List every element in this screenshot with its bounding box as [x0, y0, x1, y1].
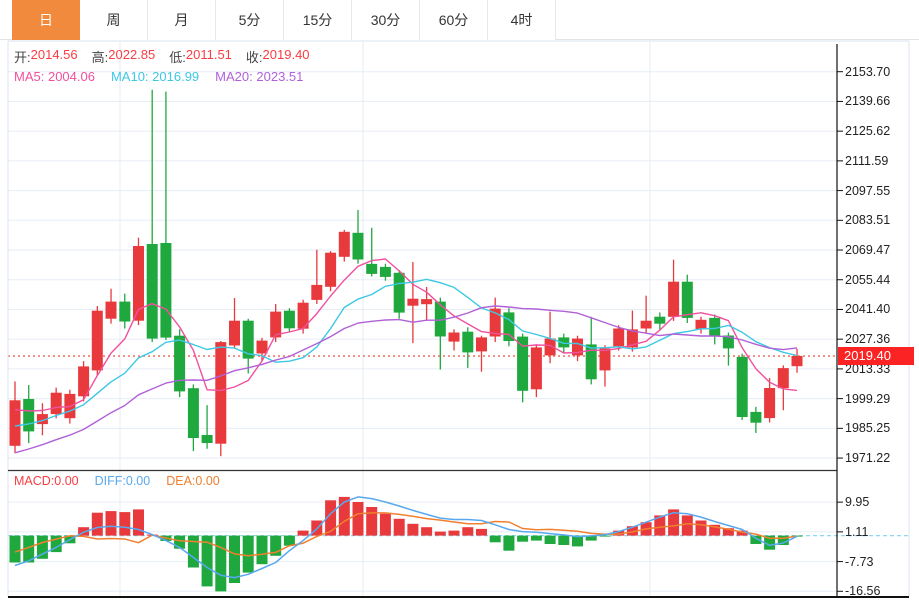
open-label: 开: — [14, 50, 31, 65]
ma5-value: MA5: 2004.06 — [14, 69, 95, 84]
tab-15min[interactable]: 15分 — [284, 0, 352, 40]
tab-5min[interactable]: 5分 — [216, 0, 284, 40]
diff-value: DIFF:0.00 — [94, 474, 151, 488]
macd-axis-label: 9.95 — [845, 495, 870, 510]
period-tabbar: 日周月 5分 15分 30分 60分 4时 — [0, 0, 919, 40]
price-axis-label: 1971.22 — [845, 451, 891, 466]
ma20-value: MA20: 2023.51 — [215, 69, 304, 84]
chart-canvas[interactable] — [0, 0, 919, 604]
macd-axis-label: 1.11 — [845, 524, 869, 539]
tab-week[interactable]: 周 — [80, 0, 148, 40]
last-price-tag: 2019.40 — [838, 347, 914, 366]
dea-value: DEA:0.00 — [166, 474, 220, 488]
low-value: 2011.51 — [185, 47, 232, 62]
high-label: 高: — [91, 50, 109, 65]
macd-axis-label: -7.73 — [845, 554, 874, 569]
tab-30min[interactable]: 30分 — [352, 0, 420, 40]
tab-60min[interactable]: 60分 — [420, 0, 488, 40]
low-label: 低: — [169, 50, 186, 65]
price-axis-label: 2083.51 — [845, 213, 891, 228]
price-axis-label: 2097.55 — [845, 183, 891, 198]
close-value: 2019.40 — [262, 47, 310, 62]
macd-axis-label: -16.56 — [845, 584, 881, 599]
price-axis-label: 2111.59 — [845, 153, 889, 168]
price-axis-label: 2153.70 — [845, 64, 891, 79]
price-axis-label: 2069.47 — [845, 243, 891, 258]
price-axis-label: 2125.62 — [845, 124, 891, 139]
ohlc-info-row: 开: 2014.56 高: 2022.85 低: 2011.51 收: 2019… — [14, 47, 324, 66]
macd-value: MACD:0.00 — [14, 474, 79, 488]
tab-month[interactable]: 月 — [148, 0, 216, 40]
ma-info-row: MA5: 2004.06 MA10: 2016.99 MA20: 2023.51 — [14, 69, 319, 84]
kline-chart-widget: 日周月 5分 15分 30分 60分 4时 开: 2014.56 高: 2022.85 低… — [0, 0, 919, 604]
price-axis-label: 1985.25 — [845, 421, 891, 436]
ma10-value: MA10: 2016.99 — [110, 69, 200, 84]
price-axis-label: 1999.29 — [845, 391, 891, 406]
tab-day[interactable]: 日 — [12, 0, 80, 40]
price-axis-label: 2041.40 — [845, 302, 891, 317]
price-axis-label: 2139.66 — [845, 94, 891, 109]
open-value: 2014.56 — [30, 47, 78, 62]
tab-4hour[interactable]: 4时 — [488, 0, 556, 40]
macd-info-row: MACD:0.00 DIFF:0.00 DEA:0.00 — [14, 474, 236, 488]
price-axis-label: 2055.44 — [845, 272, 891, 287]
close-label: 收: — [245, 50, 263, 65]
high-value: 2022.85 — [108, 47, 156, 62]
price-axis-label: 2027.36 — [845, 332, 891, 347]
